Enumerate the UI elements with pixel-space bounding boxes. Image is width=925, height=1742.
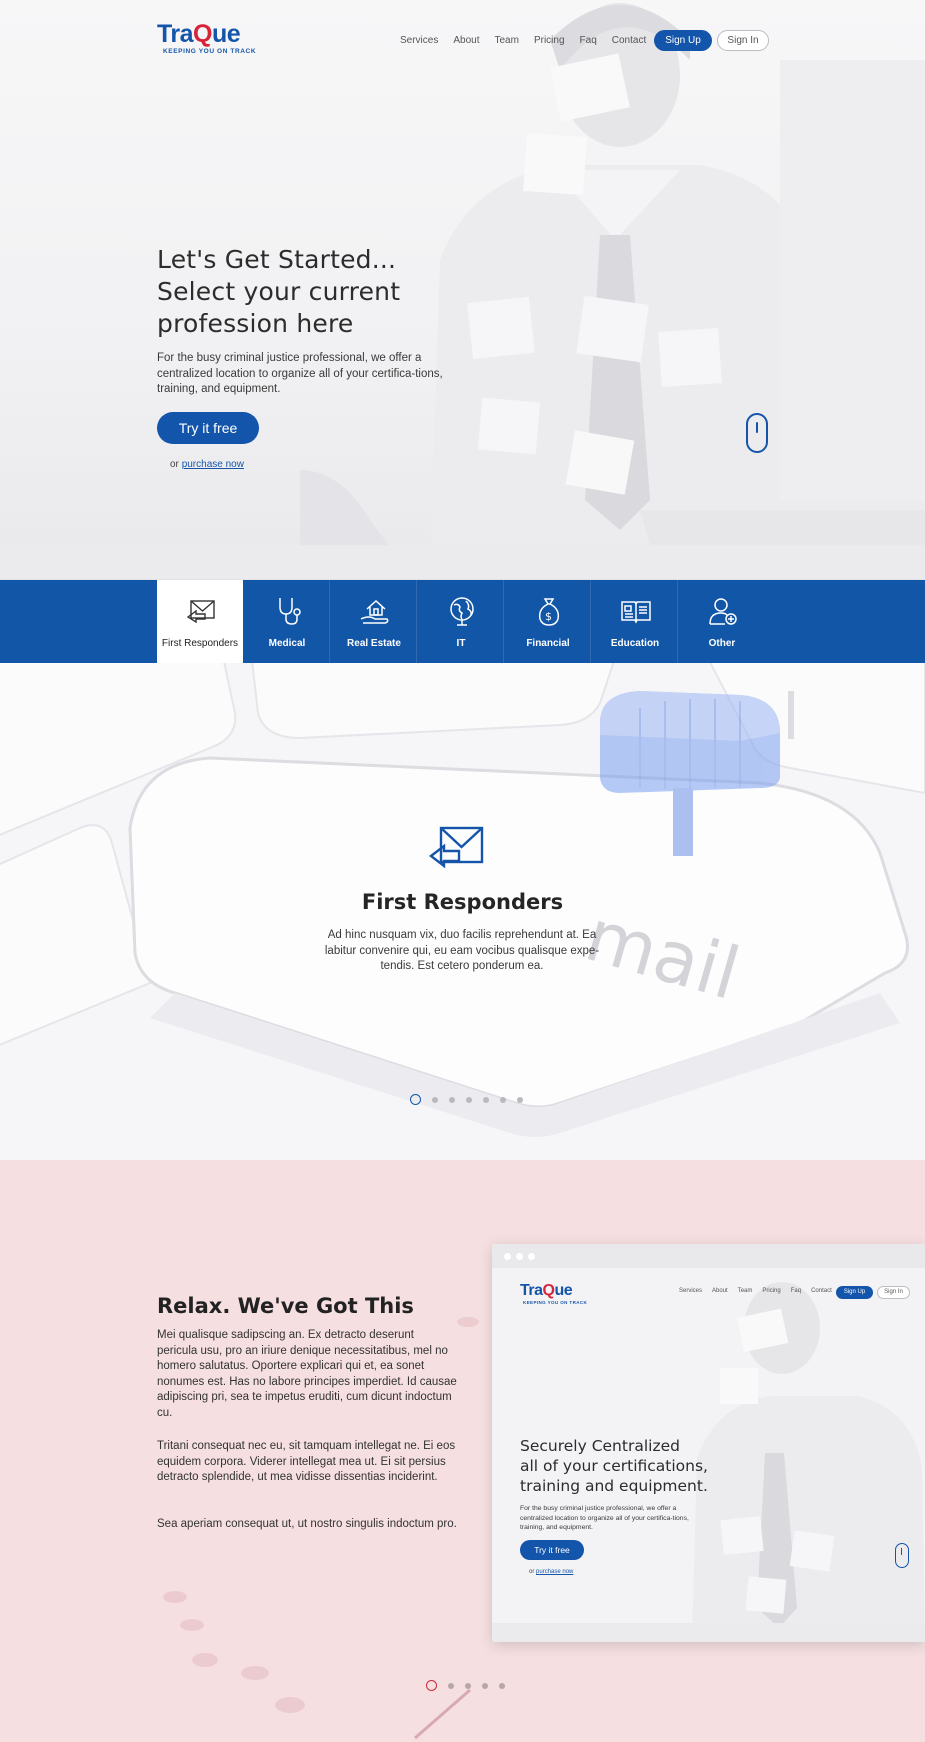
preview-nav-link: About <box>712 1288 728 1294</box>
preview-nav-link: Team <box>737 1288 753 1294</box>
preview-title: Securely Centralized all of your certifi… <box>520 1436 708 1496</box>
preview-screen: TraQue KEEPING YOU ON TRACK Services Abo… <box>492 1268 925 1642</box>
preview-description: For the busy criminal justice profession… <box>520 1505 689 1531</box>
browser-title-bar <box>492 1244 925 1268</box>
preview-sign-in-button: Sign In <box>877 1286 910 1299</box>
tab-education[interactable]: Education <box>592 580 678 663</box>
tab-first-responders[interactable]: First Responders <box>157 580 243 663</box>
preview-purchase-line: or purchase now <box>529 1569 573 1575</box>
try-it-free-button[interactable]: Try it free <box>157 412 259 444</box>
money-bag-icon: $ <box>538 598 560 626</box>
profession-feature-section: mail First Responders Ad hinc nusquam vi… <box>0 663 925 1160</box>
nav-link-pricing[interactable]: Pricing <box>534 30 565 52</box>
stethoscope-icon <box>279 598 301 625</box>
brand-wordmark: TraQue <box>157 20 241 48</box>
preview-nav-link: Faq <box>790 1288 802 1294</box>
nav-link-team[interactable]: Team <box>495 30 519 52</box>
tab-label: Medical <box>268 638 306 649</box>
preview-title-line: all of your certifications, <box>520 1457 708 1475</box>
tab-medical[interactable]: Medical <box>244 580 330 663</box>
mail-arrow-icon <box>186 600 215 624</box>
preview-sign-up-button: Sign Up <box>836 1286 873 1299</box>
relax-slider-dots <box>426 1680 516 1691</box>
hero-title-line: profession here <box>157 309 354 338</box>
sign-up-button[interactable]: Sign Up <box>654 30 712 51</box>
tab-label: IT <box>456 638 466 649</box>
preview-brand-logo: TraQue KEEPING YOU ON TRACK <box>520 1282 587 1305</box>
feature-slider-dots <box>410 1094 534 1105</box>
user-plus-icon <box>709 598 737 625</box>
browser-dot-icon <box>516 1253 523 1260</box>
preview-nav-link: Pricing <box>762 1288 781 1294</box>
preview-try-it-free-button: Try it free <box>520 1540 584 1560</box>
website-preview-mockup: TraQue KEEPING YOU ON TRACK Services Abo… <box>492 1244 925 1642</box>
preview-title-line: Securely Centralized <box>520 1437 680 1455</box>
purchase-now-link[interactable]: purchase now <box>182 459 244 470</box>
tab-label: Other <box>708 638 736 649</box>
feature-title: First Responders <box>361 890 564 914</box>
slider-dot[interactable] <box>466 1096 472 1103</box>
nav-link-services[interactable]: Services <box>400 30 438 52</box>
svg-text:$: $ <box>545 610 552 623</box>
sign-in-button[interactable]: Sign In <box>717 30 769 51</box>
preview-purchase-link: purchase now <box>536 1569 574 1575</box>
hero-title-line: Let's Get Started... <box>157 245 397 274</box>
browser-dot-icon <box>528 1253 535 1260</box>
tab-label: First Responders <box>161 638 239 649</box>
slider-dot[interactable] <box>499 1682 505 1689</box>
relax-paragraph: Mei qualisque sadipscing an. Ex detracto… <box>157 1329 457 1419</box>
slider-dot[interactable] <box>517 1096 523 1103</box>
relax-title: Relax. We've Got This <box>157 1294 414 1318</box>
brand-logo[interactable]: TraQue KEEPING YOU ON TRACK <box>157 20 257 60</box>
mail-arrow-icon <box>429 826 484 869</box>
scroll-down-icon[interactable] <box>746 413 768 453</box>
purchase-line: or purchase now <box>170 459 244 470</box>
relax-paragraph: Tritani consequat nec eu, sit tamquam in… <box>157 1440 456 1483</box>
nav-link-contact[interactable]: Contact <box>612 30 646 52</box>
tab-label: Financial <box>526 638 570 649</box>
slider-dot[interactable] <box>465 1682 471 1689</box>
hero-title-line: Select your current <box>157 277 401 306</box>
hero-description: For the busy criminal justice profession… <box>157 352 443 395</box>
profession-tabs: First Responders Medical Real Estate IT … <box>0 580 925 663</box>
tab-label: Real Estate <box>347 638 401 649</box>
open-book-icon <box>621 601 651 624</box>
nav-link-faq[interactable]: Faq <box>580 30 597 52</box>
slider-dot[interactable] <box>500 1096 506 1103</box>
relax-paragraph: Sea aperiam consequat ut, ut nostro sing… <box>157 1518 457 1530</box>
tab-label: Education <box>610 638 660 649</box>
slider-dot[interactable] <box>483 1096 489 1103</box>
slider-dot-active[interactable] <box>410 1094 421 1105</box>
slider-dot[interactable] <box>482 1682 488 1689</box>
hero-section: TraQue KEEPING YOU ON TRACK Services Abo… <box>0 0 925 580</box>
tab-financial[interactable]: $ Financial <box>505 580 591 663</box>
main-nav: Services About Team Pricing Faq Contact <box>400 30 661 52</box>
slider-dot[interactable] <box>432 1096 438 1103</box>
preview-nav: Services About Team Pricing Faq Contact <box>679 1288 842 1294</box>
preview-title-line: training and equipment. <box>520 1477 708 1495</box>
preview-scroll-icon <box>895 1543 909 1568</box>
preview-nav-link: Services <box>679 1288 703 1294</box>
tab-other[interactable]: Other <box>679 580 765 663</box>
slider-dot[interactable] <box>448 1682 454 1689</box>
tab-real-estate[interactable]: Real Estate <box>331 580 417 663</box>
preview-brand-tagline: KEEPING YOU ON TRACK <box>523 1300 588 1305</box>
relax-section: Relax. We've Got This Mei qualisque sadi… <box>0 1160 925 1742</box>
tab-it[interactable]: IT <box>418 580 504 663</box>
preview-brand-wordmark: TraQue <box>520 1282 573 1299</box>
slider-dot[interactable] <box>449 1096 455 1103</box>
purchase-prefix: or <box>170 459 179 470</box>
feature-description: Ad hinc nusquam vix, duo facilis reprehe… <box>324 929 600 972</box>
globe-icon <box>450 597 474 626</box>
hero-title: Let's Get Started... Select your current… <box>157 244 487 340</box>
preview-nav-link: Contact <box>811 1288 832 1294</box>
brand-tagline: KEEPING YOU ON TRACK <box>163 48 257 55</box>
nav-link-about[interactable]: About <box>453 30 479 52</box>
browser-dot-icon <box>504 1253 511 1260</box>
preview-purchase-prefix: or <box>529 1569 535 1575</box>
slider-dot-active[interactable] <box>426 1680 437 1691</box>
house-hand-icon <box>360 599 389 624</box>
